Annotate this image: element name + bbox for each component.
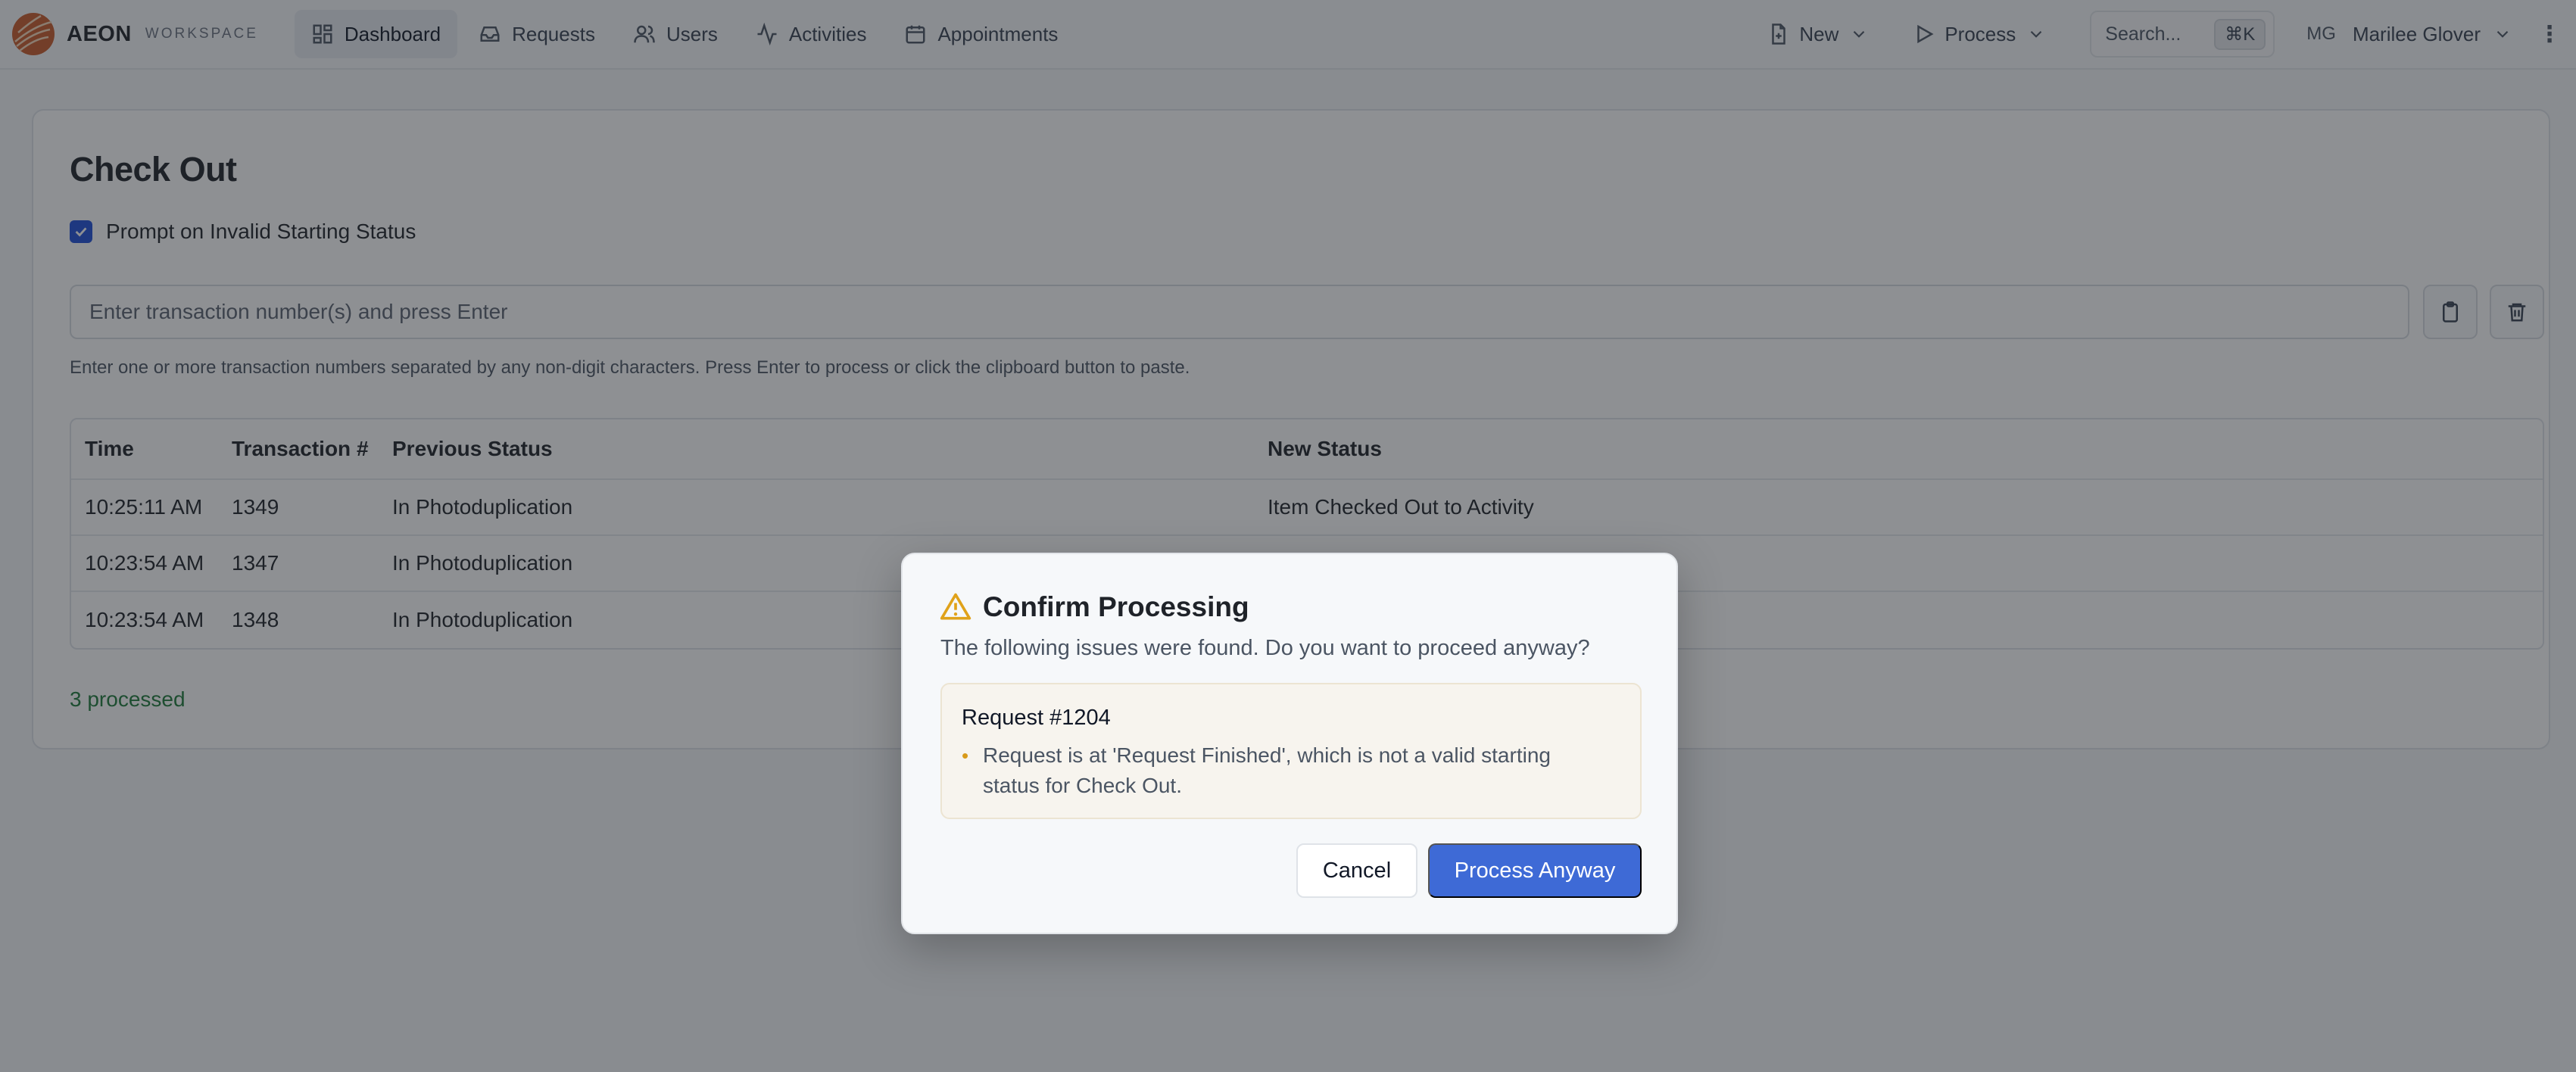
cancel-button[interactable]: Cancel [1296, 843, 1417, 898]
process-anyway-button[interactable]: Process Anyway [1428, 843, 1642, 898]
dialog-title: Confirm Processing [939, 591, 1249, 624]
dialog-title-text: Confirm Processing [983, 591, 1249, 622]
warning-icon [940, 593, 971, 620]
confirm-processing-dialog: Confirm Processing The following issues … [901, 553, 1678, 934]
issue-title: Request #1204 [962, 706, 1111, 730]
issue-box: Request #1204 • Request is at 'Request F… [940, 683, 1642, 819]
dialog-description: The following issues were found. Do you … [940, 636, 1590, 660]
issue-text: Request is at 'Request Finished', which … [983, 743, 1551, 797]
bullet-icon: • [962, 744, 969, 767]
issue-item: • Request is at 'Request Finished', whic… [962, 740, 1613, 801]
